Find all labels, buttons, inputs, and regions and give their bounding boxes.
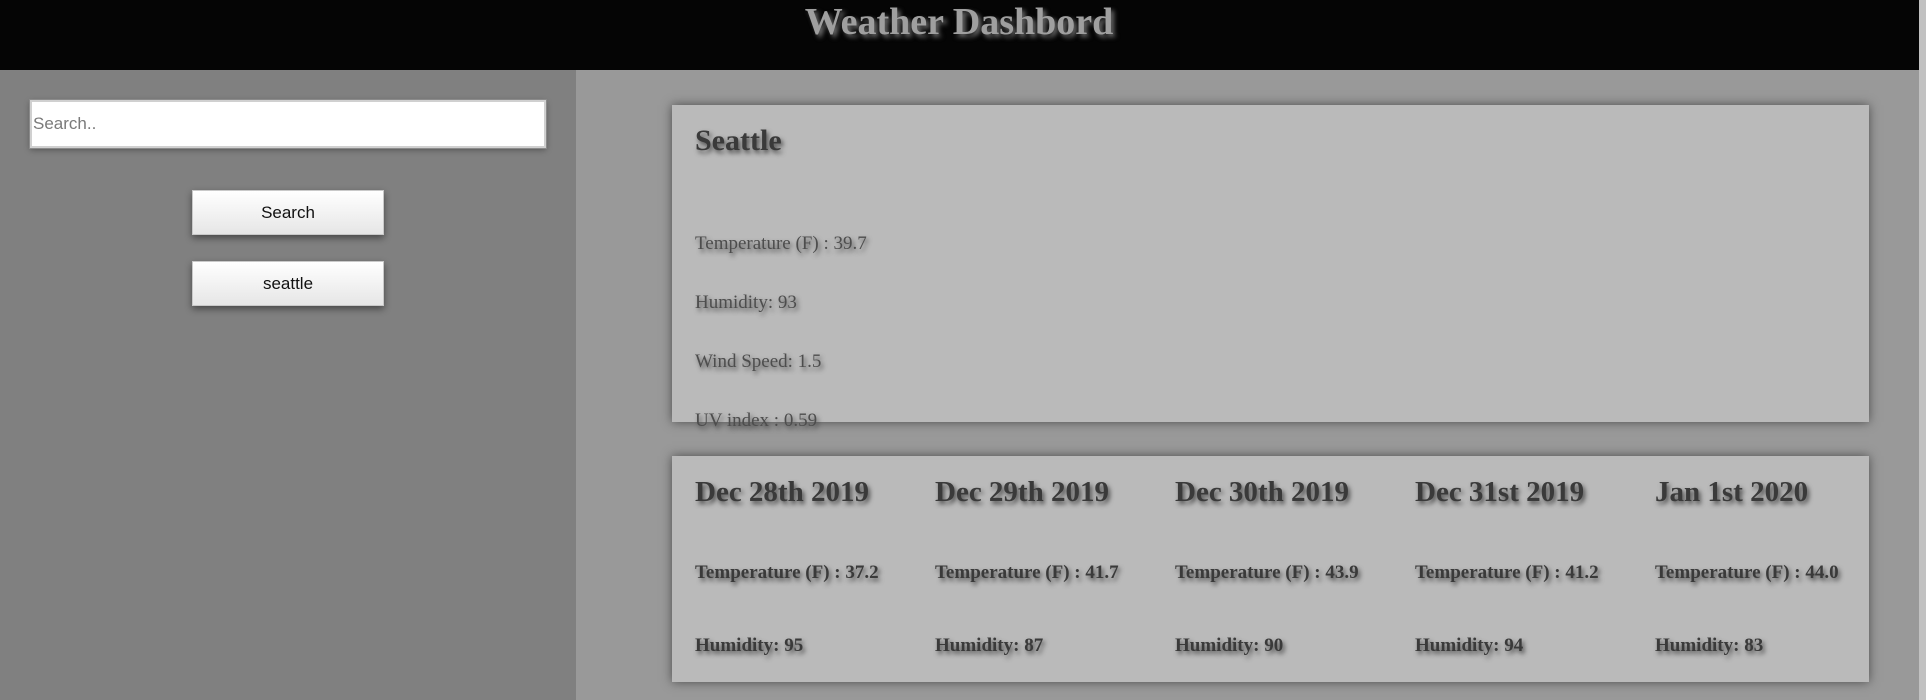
history-button-seattle[interactable]: seattle xyxy=(192,261,384,306)
scrollbar[interactable] xyxy=(1919,0,1926,700)
main-content: Seattle Temperature (F) : 39.7 Humidity:… xyxy=(576,70,1919,700)
forecast-date: Dec 28th 2019 xyxy=(695,476,869,508)
current-uv-index: UV index : 0.59 xyxy=(695,410,818,431)
forecast-humidity: Humidity: 90 xyxy=(1175,635,1284,656)
city-name: Seattle xyxy=(695,124,782,157)
current-temperature: Temperature (F) : 39.7 xyxy=(695,233,867,254)
forecast-humidity: Humidity: 94 xyxy=(1415,635,1524,656)
forecast-day: Dec 28th 2019 Temperature (F) : 37.2 Hum… xyxy=(672,456,912,682)
page-title: Weather Dashbord xyxy=(804,1,1114,43)
forecast-temperature: Temperature (F) : 41.7 xyxy=(935,562,1119,583)
forecast-date: Dec 30th 2019 xyxy=(1175,476,1349,508)
forecast-temperature: Temperature (F) : 43.9 xyxy=(1175,562,1359,583)
search-input[interactable] xyxy=(29,99,547,149)
forecast-temperature: Temperature (F) : 41.2 xyxy=(1415,562,1599,583)
forecast-day: Dec 29th 2019 Temperature (F) : 41.7 Hum… xyxy=(912,456,1152,682)
current-humidity: Humidity: 93 xyxy=(695,292,797,313)
forecast-humidity: Humidity: 87 xyxy=(935,635,1044,656)
forecast-date: Dec 31st 2019 xyxy=(1415,476,1585,508)
search-button[interactable]: Search xyxy=(192,190,384,235)
forecast-temperature: Temperature (F) : 44.0 xyxy=(1655,562,1839,583)
sidebar: Search seattle xyxy=(0,70,576,700)
forecast-date: Dec 29th 2019 xyxy=(935,476,1109,508)
forecast-humidity: Humidity: 95 xyxy=(695,635,804,656)
scrollbar-thumb[interactable] xyxy=(1919,0,1926,700)
forecast-day: Dec 31st 2019 Temperature (F) : 41.2 Hum… xyxy=(1392,456,1632,682)
forecast-day: Dec 30th 2019 Temperature (F) : 43.9 Hum… xyxy=(1152,456,1392,682)
forecast-card: Dec 28th 2019 Temperature (F) : 37.2 Hum… xyxy=(672,456,1869,682)
forecast-humidity: Humidity: 83 xyxy=(1655,635,1764,656)
current-wind-speed: Wind Speed: 1.5 xyxy=(695,351,822,372)
forecast-temperature: Temperature (F) : 37.2 xyxy=(695,562,879,583)
app-header: Weather Dashbord xyxy=(0,0,1926,70)
forecast-date: Jan 1st 2020 xyxy=(1655,476,1809,508)
forecast-day: Jan 1st 2020 Temperature (F) : 44.0 Humi… xyxy=(1632,456,1872,682)
current-weather-card: Seattle Temperature (F) : 39.7 Humidity:… xyxy=(672,105,1869,431)
